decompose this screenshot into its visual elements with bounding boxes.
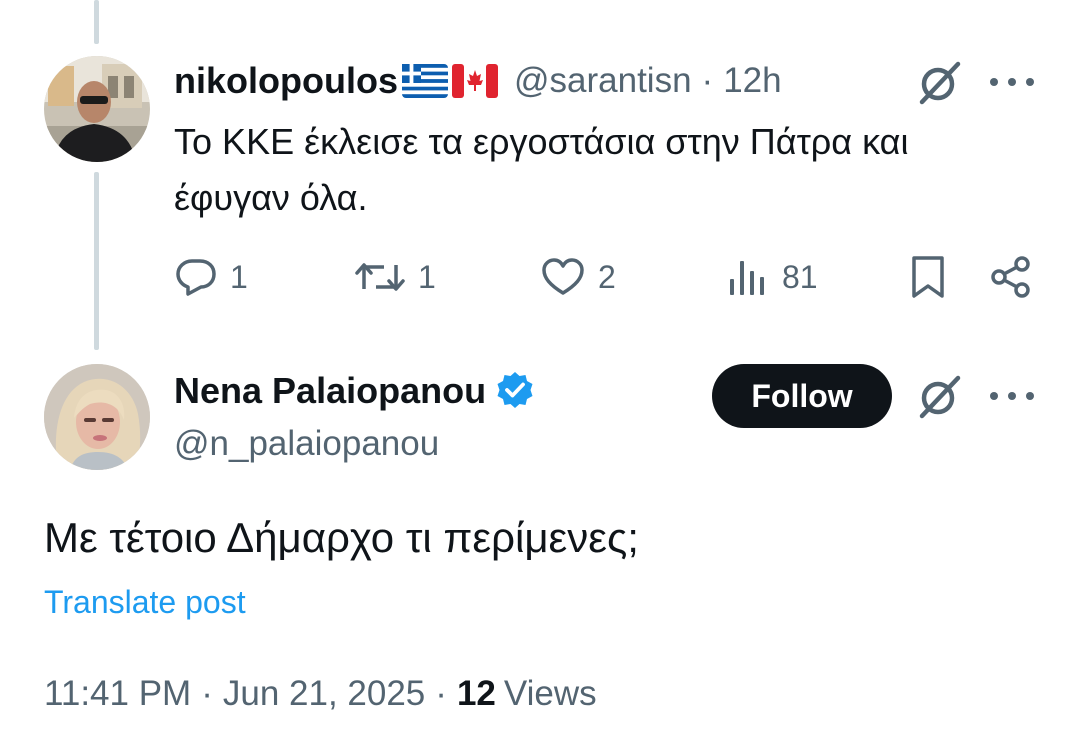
reply-display-name[interactable]: nikolopoulos	[174, 60, 398, 102]
reply-flags	[401, 64, 498, 98]
views-button[interactable]: 81	[726, 250, 818, 304]
main-handle[interactable]: @n_palaiopanou	[174, 424, 536, 464]
reply-header: nikolopoulos @sarantisn · 12h	[174, 56, 782, 106]
like-button[interactable]: 2	[540, 250, 616, 304]
reply-avatar[interactable]	[44, 56, 150, 162]
post-time[interactable]: 11:41 PM	[44, 674, 191, 714]
post-meta: 11:41 PM · Jun 21, 2025 · 12 Views	[44, 674, 597, 714]
share-icon	[991, 256, 1030, 298]
grok-icon[interactable]	[916, 58, 964, 106]
share-button[interactable]	[988, 250, 1034, 304]
reply-time[interactable]: 12h	[723, 61, 781, 101]
main-avatar-image	[44, 364, 150, 470]
main-post-text: Με τέτοιο Δήμαρχο τι περίμενες;	[44, 514, 639, 561]
views-count: 81	[782, 258, 818, 295]
reply-action-bar: 1 1 2 81	[174, 250, 1038, 304]
post-views-count[interactable]: 12	[457, 674, 496, 714]
repost-count: 1	[418, 258, 436, 295]
verified-badge-icon[interactable]	[494, 370, 536, 412]
heart-icon	[542, 258, 584, 295]
main-display-name[interactable]: Nena Palaiopanou	[174, 370, 486, 412]
bookmark-button[interactable]	[908, 250, 948, 304]
thread-line-bottom	[94, 172, 99, 350]
reply-count: 1	[230, 258, 248, 295]
thread-line-top	[94, 0, 99, 44]
canada-flag-icon	[451, 64, 498, 98]
main-avatar[interactable]	[44, 364, 150, 470]
meta-separator-1: ·	[201, 674, 213, 713]
follow-button[interactable]: Follow	[712, 364, 892, 428]
reply-icon	[176, 259, 216, 296]
greece-flag-icon	[401, 64, 448, 98]
reply-separator: ·	[701, 61, 714, 100]
main-post-header: Nena Palaiopanou @n_palaiopanou	[174, 366, 536, 464]
grok-icon-main[interactable]	[916, 372, 964, 420]
more-options-icon[interactable]	[990, 72, 1034, 92]
reply-text: Το ΚΚΕ έκλεισε τα εργοστάσια στην Πάτρα …	[174, 121, 909, 218]
more-options-icon-main[interactable]	[990, 386, 1034, 406]
repost-button[interactable]: 1	[354, 250, 436, 304]
analytics-icon	[730, 261, 764, 295]
translate-post-link[interactable]: Translate post	[44, 584, 246, 621]
like-count: 2	[598, 258, 616, 295]
post-views-label[interactable]: Views	[504, 674, 597, 714]
reply-button[interactable]: 1	[174, 250, 248, 304]
post-date[interactable]: Jun 21, 2025	[223, 674, 425, 714]
reply-avatar-image	[44, 56, 150, 162]
reply-handle[interactable]: @sarantisn	[514, 61, 692, 101]
meta-separator-2: ·	[435, 674, 447, 713]
bookmark-icon	[912, 256, 944, 298]
repost-icon	[355, 263, 405, 291]
